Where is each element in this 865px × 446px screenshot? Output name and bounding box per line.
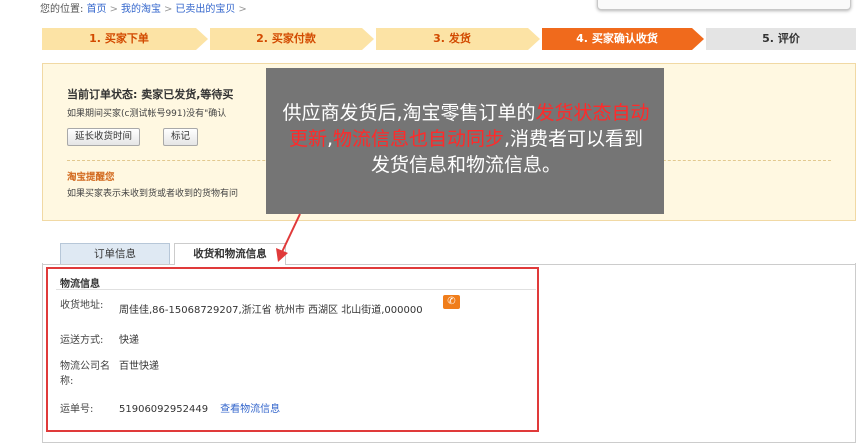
- callout-arrow: [276, 213, 301, 262]
